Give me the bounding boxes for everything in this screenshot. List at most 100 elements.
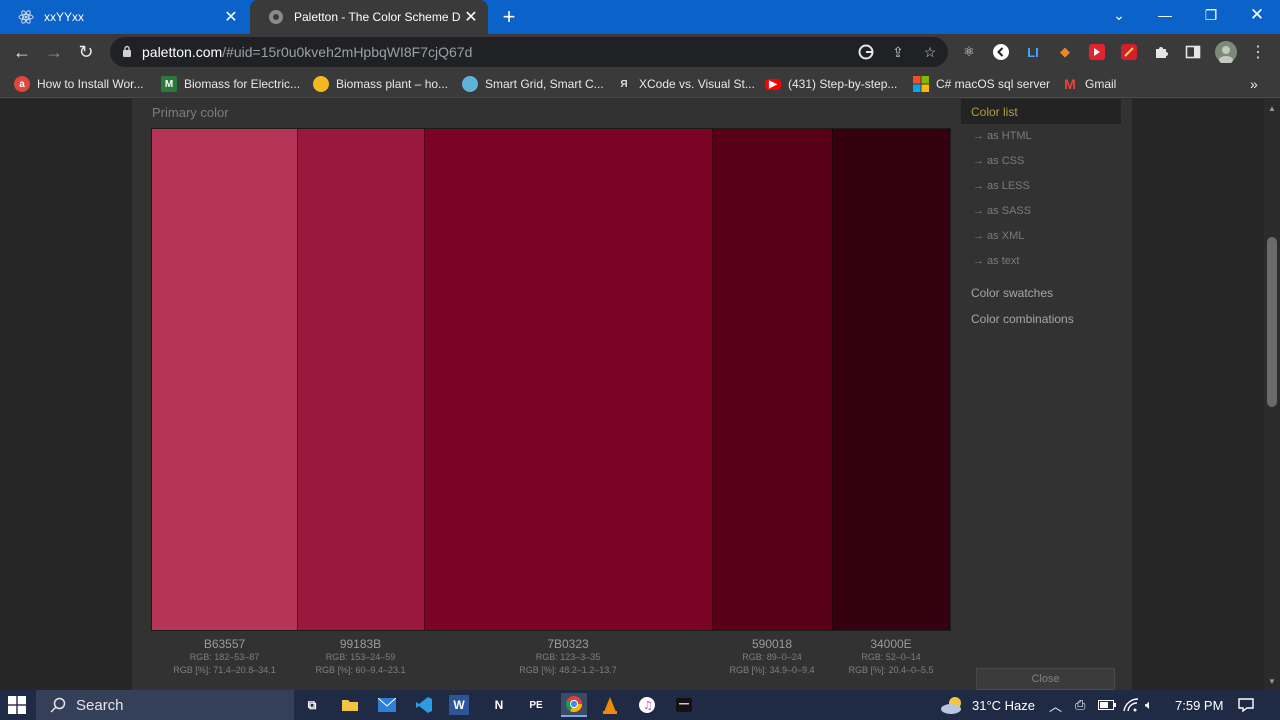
app-icon[interactable]: [672, 693, 696, 717]
color-swatch[interactable]: [424, 129, 712, 630]
extensions-puzzle-icon[interactable]: [1151, 42, 1171, 62]
swatch-hex: 34000E: [870, 637, 912, 651]
restore-button[interactable]: ❐: [1188, 0, 1234, 30]
menu-item-color-swatches[interactable]: Color swatches: [971, 286, 1053, 300]
word-icon[interactable]: W: [449, 695, 469, 715]
bookmarks-overflow-icon[interactable]: »: [1250, 75, 1258, 93]
show-hidden-icons-chevron[interactable]: ︿: [1049, 695, 1062, 715]
forward-arrow-icon[interactable]: →: [40, 38, 68, 66]
menu-item-color-combinations[interactable]: Color combinations: [971, 312, 1074, 326]
scrollbar-thumb[interactable]: [1267, 237, 1277, 407]
swatch-rgb: RGB: 52–0–14: [861, 652, 921, 662]
tab-xxyyxx[interactable]: xxYYxx ✕: [0, 0, 248, 34]
windows-start-icon[interactable]: [8, 696, 26, 714]
swatch-info: 99183B RGB: 153–24–59 RGB [%]: 60–9.4–23…: [297, 637, 424, 677]
profile-avatar[interactable]: [1214, 40, 1238, 64]
swatch-info: 7B0323 RGB: 123–3–35 RGB [%]: 48.2–1.2–1…: [424, 637, 712, 677]
swatch-rgb: RGB: 153–24–59: [325, 652, 396, 662]
svg-text:♫: ♫: [643, 699, 653, 712]
notifications-icon[interactable]: [1238, 695, 1254, 715]
swatch-info: 590018 RGB: 89–0–24 RGB [%]: 34.9–0–9.4: [712, 637, 832, 677]
bookmark-favicon-icon: a: [14, 76, 30, 92]
chrome-menu-icon[interactable]: ⋮: [1248, 42, 1268, 62]
itunes-icon[interactable]: ♫: [635, 693, 659, 717]
weather-text: 31°C Haze: [972, 697, 1036, 713]
metamask-icon[interactable]: ◆: [1055, 42, 1075, 62]
swatch-rgb: RGB: 123–3–35: [535, 652, 601, 662]
swatch-hex: 99183B: [339, 637, 382, 651]
google-lens-icon[interactable]: [856, 42, 876, 62]
bookmark-item[interactable]: a How to Install Wor...: [14, 75, 143, 93]
weather-haze-icon: [941, 697, 961, 714]
address-bar[interactable]: paletton.com/#uid=15r0u0kveh2mHpbqWI8F7c…: [110, 37, 948, 67]
volume-icon[interactable]: 🔈︎: [1145, 695, 1153, 715]
close-tab-icon[interactable]: ✕: [460, 6, 482, 28]
bookmark-item[interactable]: C# macOS sql server: [913, 75, 1050, 93]
wifi-icon[interactable]: [1123, 695, 1139, 715]
menu-item-as-xml[interactable]: → as XML: [973, 230, 1024, 242]
battery-icon[interactable]: [1098, 695, 1116, 715]
scroll-down-icon[interactable]: ▼: [1267, 676, 1277, 686]
color-swatch[interactable]: [832, 129, 950, 630]
swatch-hex: 590018: [751, 637, 793, 651]
chrome-icon[interactable]: [561, 693, 587, 717]
menu-item-as-html[interactable]: → as HTML: [973, 130, 1032, 142]
extension-red-icon[interactable]: [1087, 42, 1107, 62]
react-devtools-icon[interactable]: ⚛: [959, 42, 979, 62]
bookmark-item[interactable]: M Biomass for Electric...: [161, 75, 300, 93]
scroll-up-icon[interactable]: ▲: [1267, 103, 1277, 113]
primary-color-swatches: [151, 128, 951, 631]
extension-k-icon[interactable]: [991, 42, 1011, 62]
bookmark-item[interactable]: Я XCode vs. Visual St...: [616, 75, 754, 93]
vscode-icon[interactable]: [412, 693, 436, 717]
bookmark-item[interactable]: Biomass plant – ho...: [313, 75, 448, 93]
bookmark-item[interactable]: Smart Grid, Smart C...: [462, 75, 604, 93]
page-background-right: [1132, 99, 1264, 690]
mail-icon[interactable]: [375, 693, 399, 717]
tab-title: xxYYxx: [44, 10, 85, 24]
side-panel-icon[interactable]: [1183, 42, 1203, 62]
swatch-rgb-percent: RGB [%]: 71.4–20.8–34.1: [173, 665, 276, 675]
bookmark-favicon-icon: Я: [620, 78, 628, 90]
task-view-icon[interactable]: ⧉: [300, 693, 324, 717]
color-swatch[interactable]: [712, 129, 832, 630]
color-swatch[interactable]: [152, 129, 297, 630]
page-scrollbar[interactable]: ▲ ▼: [1264, 99, 1280, 690]
pe-app-icon[interactable]: PE: [524, 693, 548, 717]
meet-now-icon[interactable]: ⎙: [1075, 695, 1085, 715]
tab-search-chevron-icon[interactable]: ⌄: [1096, 0, 1142, 30]
tab-paletton[interactable]: Paletton - The Color Scheme Des ✕: [250, 0, 488, 34]
windows-taskbar: Search ⧉ W N PE ♫ 31°C Haze ︿ ⎙ 🔈︎ 7:59 …: [0, 690, 1280, 720]
color-swatch[interactable]: [297, 129, 424, 630]
notion-icon[interactable]: N: [487, 693, 511, 717]
taskbar-search-box[interactable]: Search: [36, 690, 294, 720]
weather-widget[interactable]: 31°C Haze: [940, 695, 1035, 715]
menu-item-color-list[interactable]: Color list: [961, 99, 1121, 124]
microsoft-icon: [913, 76, 929, 92]
search-icon: [50, 697, 66, 713]
extension-li-icon[interactable]: LI: [1023, 42, 1043, 62]
bookmark-item[interactable]: ▶ (431) Step-by-step...: [765, 75, 897, 93]
close-window-button[interactable]: ✕: [1234, 0, 1280, 30]
bookmark-favicon-icon: [313, 76, 329, 92]
back-arrow-icon[interactable]: ←: [8, 38, 36, 66]
swatch-rgb-percent: RGB [%]: 20.4–0–5.5: [848, 665, 934, 675]
menu-item-as-sass[interactable]: → as SASS: [973, 205, 1031, 217]
file-explorer-icon[interactable]: [338, 693, 362, 717]
clock[interactable]: 7:59 PM: [1175, 695, 1223, 715]
swatch-info: 34000E RGB: 52–0–14 RGB [%]: 20.4–0–5.5: [832, 637, 950, 677]
menu-item-as-less[interactable]: → as LESS: [973, 180, 1030, 192]
new-tab-button[interactable]: +: [496, 4, 522, 29]
reload-icon[interactable]: ↻: [72, 38, 100, 66]
menu-item-as-text[interactable]: → as text: [973, 255, 1019, 267]
bookmark-star-icon[interactable]: ☆: [920, 42, 940, 62]
minimize-button[interactable]: —: [1142, 0, 1188, 30]
vlc-icon[interactable]: [598, 693, 622, 717]
close-button[interactable]: Close: [976, 668, 1115, 690]
bookmark-item[interactable]: M Gmail: [1062, 75, 1116, 93]
share-icon[interactable]: ⇪: [888, 42, 908, 62]
page-content: Primary color B63557 RGB: 182–53–87 RGB …: [0, 99, 1280, 690]
extension-pen-icon[interactable]: [1119, 42, 1139, 62]
menu-item-as-css[interactable]: → as CSS: [973, 155, 1024, 167]
close-tab-icon[interactable]: ✕: [220, 6, 242, 28]
